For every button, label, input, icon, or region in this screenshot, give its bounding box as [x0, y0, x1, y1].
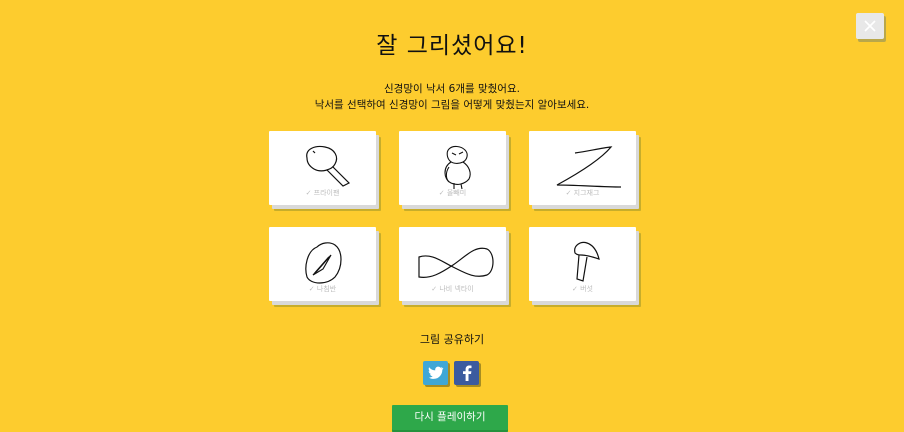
doodle-label: ✓ 나침반 [308, 285, 337, 293]
doodle-label: ✓ 프라이팬 [305, 189, 340, 197]
replay-button[interactable]: 다시 플레이하기 [392, 405, 508, 432]
page-title: 잘 그리셨어요! [376, 33, 528, 59]
doodle-label: ✓ 올빼미 [438, 189, 467, 197]
doodle-card-zigzag[interactable]: ✓ 지그재그 [529, 131, 636, 205]
result-message-line1: 신경망이 낙서 6개를 맞췄어요. [384, 83, 520, 95]
doodle-label: ✓ 나비 넥타이 [431, 285, 474, 293]
twitter-share-button[interactable] [423, 361, 448, 385]
doodle-label: ✓ 버섯 [572, 285, 593, 293]
twitter-icon [428, 366, 443, 379]
result-message-line2: 낙서를 선택하여 신경망이 그림을 어떻게 맞췄는지 알아보세요. [314, 99, 590, 111]
doodle-card-owl[interactable]: ✓ 올빼미 [399, 131, 506, 205]
doodle-card-mushroom[interactable]: ✓ 버섯 [529, 227, 636, 301]
facebook-icon [462, 365, 471, 381]
doodle-card-compass[interactable]: ✓ 나침반 [269, 227, 376, 301]
result-message: 신경망이 낙서 6개를 맞췄어요. 낙서를 선택하여 신경망이 그림을 어떻게 … [0, 81, 904, 113]
facebook-share-button[interactable] [454, 361, 479, 385]
doodle-label: ✓ 지그재그 [565, 189, 600, 197]
share-label: 그림 공유하기 [419, 333, 485, 346]
doodle-card-frying-pan[interactable]: ✓ 프라이팬 [269, 131, 376, 205]
doodle-card-bowtie[interactable]: ✓ 나비 넥타이 [399, 227, 506, 301]
